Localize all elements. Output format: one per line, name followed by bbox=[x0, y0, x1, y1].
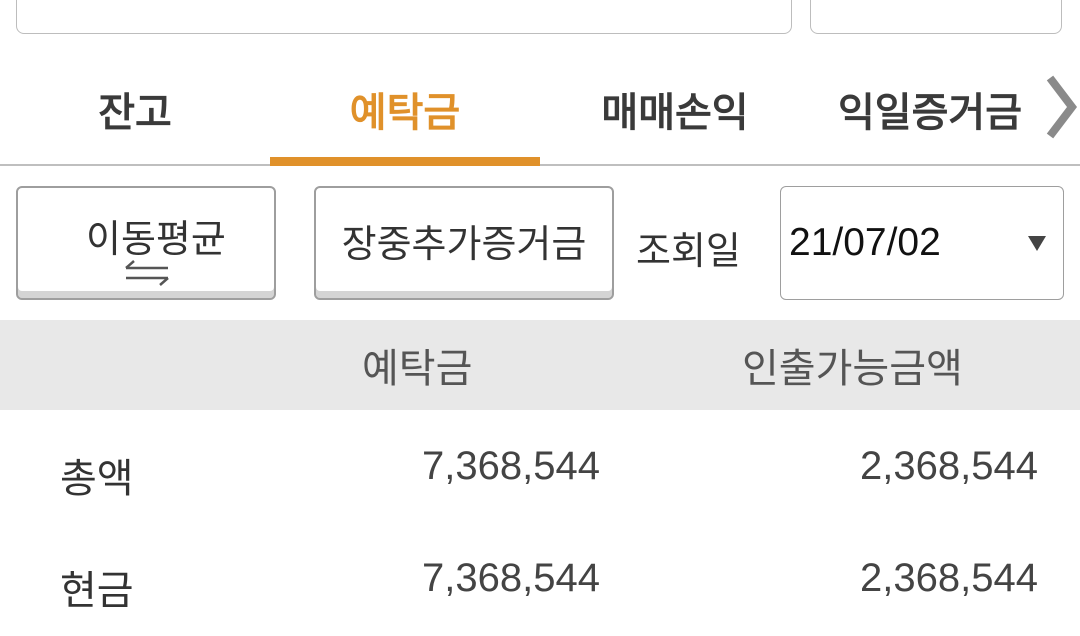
moving-average-label: 이동평균 bbox=[86, 217, 226, 261]
tab-balance[interactable]: 잔고 bbox=[0, 52, 270, 166]
deposit-value: 7,368,544 bbox=[422, 556, 600, 600]
moving-average-button[interactable]: 이동평균 bbox=[16, 186, 276, 300]
row-label: 총액 bbox=[60, 456, 134, 502]
tab-next-day-margin[interactable]: 익일증거금 bbox=[810, 52, 1050, 166]
table-header: 예탁금 인출가능금액 bbox=[0, 320, 1080, 410]
dropdown-arrow-icon bbox=[1028, 236, 1046, 251]
swap-arrows-icon bbox=[125, 260, 169, 286]
additional-margin-button[interactable]: 장중추가증거금 bbox=[314, 186, 614, 300]
row-label: 현금 bbox=[60, 568, 134, 614]
column-header-withdrawable: 인출가능금액 bbox=[742, 346, 963, 392]
table-row: 총액 7,368,544 2,368,544 bbox=[0, 412, 1080, 522]
top-input-left[interactable] bbox=[16, 0, 792, 34]
table-row: 현금 7,368,544 2,368,544 bbox=[0, 524, 1080, 634]
column-header-deposit: 예탁금 bbox=[362, 346, 473, 392]
withdrawable-value: 2,368,544 bbox=[860, 444, 1038, 488]
tab-trading-pnl[interactable]: 매매손익 bbox=[540, 52, 810, 166]
query-date-value: 21/07/02 bbox=[789, 221, 941, 264]
tab-bar: 잔고 예탁금 매매손익 익일증거금 bbox=[0, 52, 1080, 166]
chevron-right-icon[interactable] bbox=[1044, 74, 1078, 140]
query-date-label: 조회일 bbox=[636, 229, 741, 273]
query-date-select[interactable]: 21/07/02 bbox=[780, 186, 1064, 300]
deposit-value: 7,368,544 bbox=[422, 444, 600, 488]
top-input-right[interactable] bbox=[810, 0, 1062, 34]
withdrawable-value: 2,368,544 bbox=[860, 556, 1038, 600]
tab-deposit[interactable]: 예탁금 bbox=[270, 52, 540, 166]
active-tab-indicator bbox=[270, 157, 540, 166]
